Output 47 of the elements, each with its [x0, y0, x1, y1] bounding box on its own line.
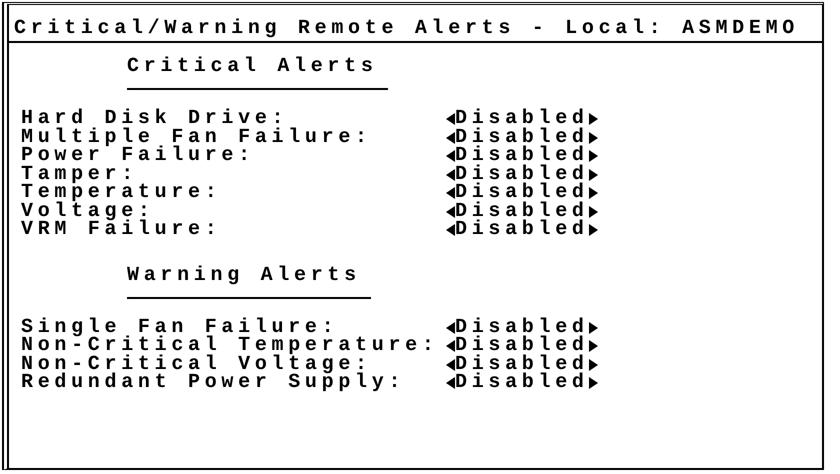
alert-label: Temperature:: [21, 184, 222, 202]
right-arrow-icon: [588, 340, 598, 352]
alert-label: Hard Disk Drive:: [21, 110, 288, 128]
left-arrow-icon: [446, 377, 455, 390]
section-heading: Critical Alerts: [127, 49, 388, 90]
option-selector[interactable]: Disabled: [446, 110, 822, 128]
right-arrow-icon: [588, 358, 598, 371]
alert-label: Single Fan Failure:: [21, 318, 338, 337]
option-selector[interactable]: Disabled: [446, 356, 822, 374]
option-selector[interactable]: Disabled: [446, 147, 822, 166]
right-arrow-icon: [588, 322, 598, 334]
alert-label: Non-Critical Voltage:: [21, 356, 372, 374]
left-arrow-icon: [446, 113, 455, 126]
right-arrow-icon: [588, 187, 598, 200]
left-arrow-icon: [446, 206, 455, 218]
left-arrow-icon: [446, 358, 455, 371]
right-arrow-icon: [588, 150, 598, 162]
alert-label: Multiple Fan Failure:: [21, 128, 373, 147]
option-selector[interactable]: Disabled: [446, 202, 822, 221]
option-selector[interactable]: Disabled: [446, 184, 822, 202]
right-arrow-icon: [588, 168, 598, 181]
right-arrow-icon: [588, 206, 598, 218]
right-arrow-icon: [588, 377, 598, 390]
alert-label: Power Failure:: [21, 147, 256, 166]
left-arrow-icon: [446, 168, 455, 181]
option-selector[interactable]: Disabled: [446, 337, 822, 356]
left-arrow-icon: [446, 187, 455, 200]
alert-label: Redundant Power Supply:: [21, 374, 406, 392]
option-selector[interactable]: Disabled: [446, 221, 822, 240]
alert-label: Tamper:: [21, 166, 138, 184]
left-arrow-icon: [446, 132, 455, 144]
left-arrow-icon: [446, 322, 455, 334]
option-selector[interactable]: Disabled: [446, 128, 822, 147]
alert-label: Voltage:: [21, 202, 155, 221]
right-arrow-icon: [588, 224, 598, 236]
right-arrow-icon: [588, 132, 598, 144]
left-arrow-icon: [446, 340, 455, 352]
alert-label: Non-Critical Temperature:: [21, 337, 440, 356]
option-selector[interactable]: Disabled: [446, 318, 822, 337]
left-arrow-icon: [446, 150, 455, 162]
right-arrow-icon: [588, 113, 598, 126]
section-heading: Warning Alerts: [127, 258, 371, 298]
window-title: Critical/Warning Remote Alerts - Local: ASMDEMO: [9, 5, 822, 43]
option-selector[interactable]: Disabled: [446, 374, 822, 392]
left-arrow-icon: [446, 224, 455, 236]
alert-label: VRM Failure:: [21, 221, 222, 240]
option-selector[interactable]: Disabled: [446, 166, 822, 184]
